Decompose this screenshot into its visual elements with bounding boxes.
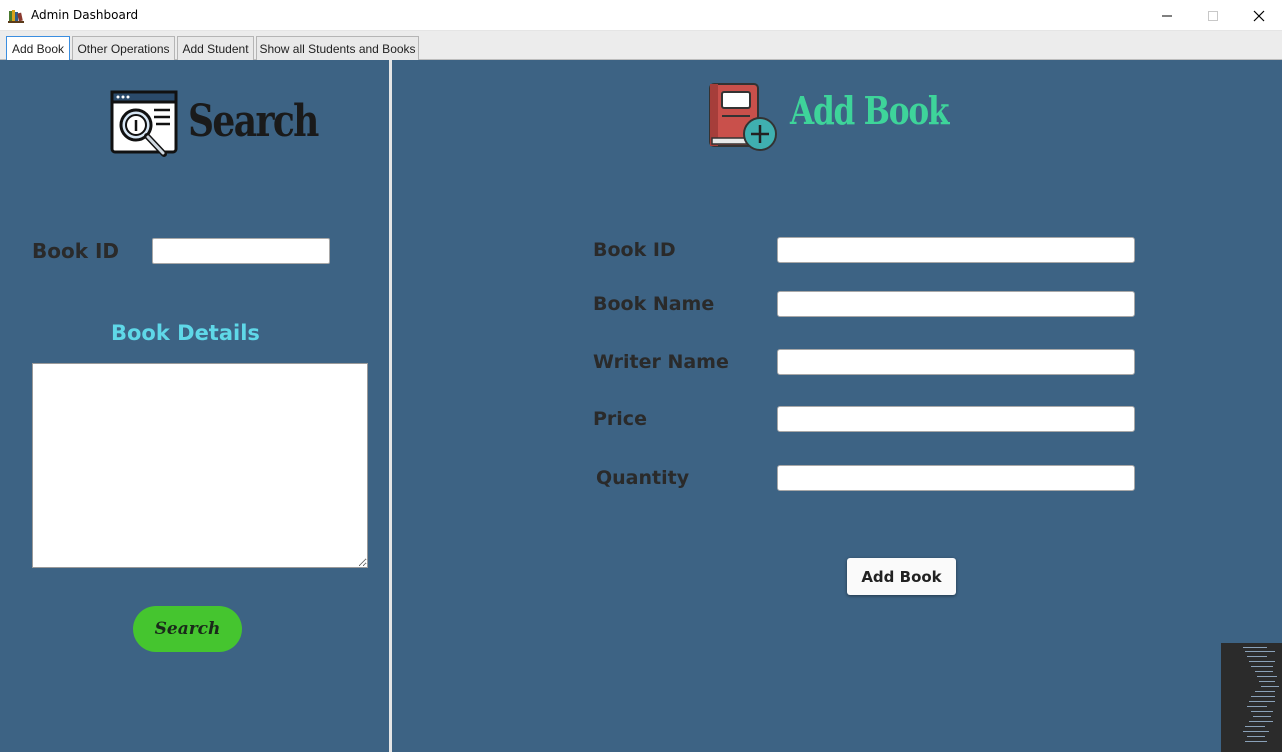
book-details-title: Book Details [111, 321, 260, 345]
price-label: Price [593, 408, 647, 430]
tab-add-student[interactable]: Add Student [177, 36, 254, 60]
minimize-button[interactable] [1144, 0, 1190, 31]
tab-other-operations[interactable]: Other Operations [72, 36, 175, 60]
main-content: Search Book ID Book Details Search Add B… [0, 60, 1282, 752]
book-id-input[interactable] [777, 237, 1135, 263]
panel-divider [389, 60, 392, 752]
tab-add-book[interactable]: Add Book [6, 36, 70, 61]
close-button[interactable] [1236, 0, 1282, 31]
tab-show-all[interactable]: Show all Students and Books [256, 36, 419, 60]
book-id-label: Book ID [593, 239, 676, 261]
add-book-button[interactable]: Add Book [847, 558, 956, 595]
quantity-label: Quantity [596, 467, 690, 489]
book-id-label: Book ID [32, 239, 120, 263]
minimize-icon [1162, 15, 1172, 16]
title-bar: Admin Dashboard [0, 0, 1282, 31]
book-name-input[interactable] [777, 291, 1135, 317]
writer-name-input[interactable] [777, 349, 1135, 375]
window-title: Admin Dashboard [31, 8, 139, 22]
tab-bar: Add Book Other Operations Add Student Sh… [0, 31, 1282, 61]
search-book-id-input[interactable] [152, 238, 330, 264]
search-title: Search [188, 96, 319, 147]
maximize-button[interactable] [1190, 0, 1236, 31]
book-add-icon [708, 82, 778, 154]
search-button[interactable]: Search [133, 606, 242, 652]
magnifier-browser-icon [110, 90, 182, 160]
close-icon [1253, 10, 1265, 21]
add-book-title: Add Book [790, 88, 949, 133]
writer-name-label: Writer Name [593, 351, 729, 373]
app-books-icon [8, 8, 24, 23]
maximize-icon [1208, 10, 1218, 21]
quantity-input[interactable] [777, 465, 1135, 491]
book-name-label: Book Name [593, 293, 715, 315]
background-window-fragment [1221, 643, 1282, 752]
book-details-area[interactable] [32, 363, 368, 568]
price-input[interactable] [777, 406, 1135, 432]
